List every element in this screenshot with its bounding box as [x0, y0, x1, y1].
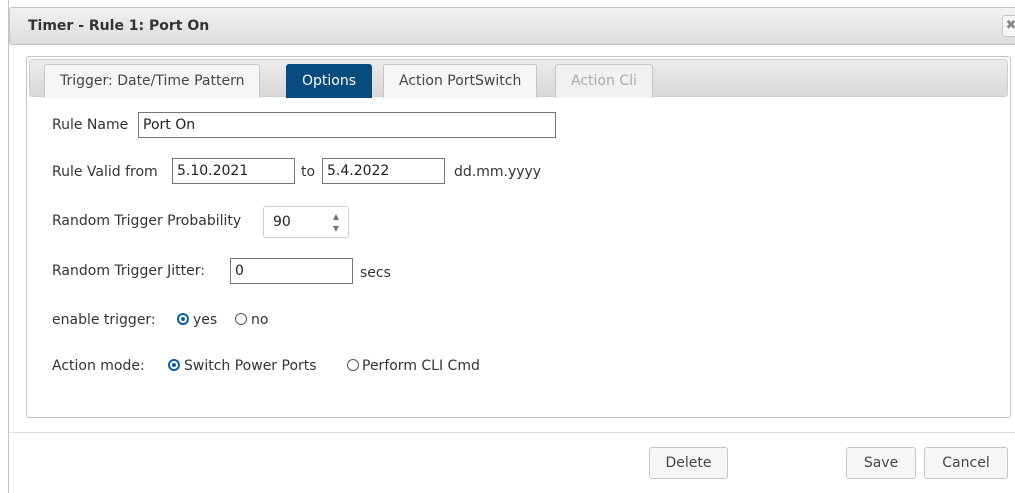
- date-format-hint: dd.mm.yyyy: [454, 164, 542, 180]
- rule-name-label: Rule Name: [52, 117, 129, 133]
- tab-trigger-date-time-pattern[interactable]: Trigger: Date/Time Pattern: [44, 64, 261, 98]
- action-switch-label[interactable]: Switch Power Ports: [184, 358, 317, 374]
- random-trigger-jitter-label: Random Trigger Jitter:: [52, 263, 205, 279]
- valid-to-input[interactable]: [322, 158, 445, 184]
- dialog-titlebar[interactable]: Timer - Rule 1: Port On ✖: [9, 7, 1015, 45]
- probability-value: 90: [273, 214, 291, 230]
- tab-action-cli: Action Cli: [555, 64, 653, 98]
- delete-button[interactable]: Delete: [649, 447, 728, 479]
- random-trigger-probability-label: Random Trigger Probability: [52, 213, 242, 229]
- enable-yes-radio[interactable]: [177, 313, 189, 325]
- jitter-input[interactable]: [230, 258, 353, 284]
- action-cli-radio[interactable]: [347, 359, 359, 371]
- close-icon[interactable]: ✖: [1002, 15, 1015, 37]
- tab-options[interactable]: Options: [286, 64, 373, 98]
- tab-action-portswitch[interactable]: Action PortSwitch: [383, 64, 538, 98]
- to-label: to: [301, 164, 316, 180]
- valid-from-input[interactable]: [172, 158, 295, 184]
- action-cli-label[interactable]: Perform CLI Cmd: [362, 358, 480, 374]
- probability-spinner[interactable]: 90 ▲ ▼: [263, 206, 349, 238]
- enable-trigger-label: enable trigger:: [52, 312, 156, 328]
- enable-yes-label[interactable]: yes: [193, 312, 217, 328]
- dialog-title: Timer - Rule 1: Port On: [28, 18, 210, 34]
- button-pane-divider: [9, 432, 1015, 433]
- action-mode-label: Action mode:: [52, 358, 145, 374]
- timer-rule-dialog: Timer - Rule 1: Port On ✖ Trigger: Date/…: [8, 0, 1015, 493]
- action-switch-radio[interactable]: [168, 359, 180, 371]
- jitter-unit: secs: [360, 265, 391, 281]
- rule-name-input[interactable]: [138, 112, 556, 138]
- save-button[interactable]: Save: [846, 447, 916, 479]
- cancel-button[interactable]: Cancel: [924, 447, 1008, 479]
- rule-valid-from-label: Rule Valid from: [52, 164, 158, 180]
- enable-no-label[interactable]: no: [251, 312, 268, 328]
- tab-bar: Trigger: Date/Time Pattern Options Actio…: [29, 59, 1008, 98]
- spin-down-icon[interactable]: ▼: [328, 222, 344, 235]
- enable-no-radio[interactable]: [235, 313, 247, 325]
